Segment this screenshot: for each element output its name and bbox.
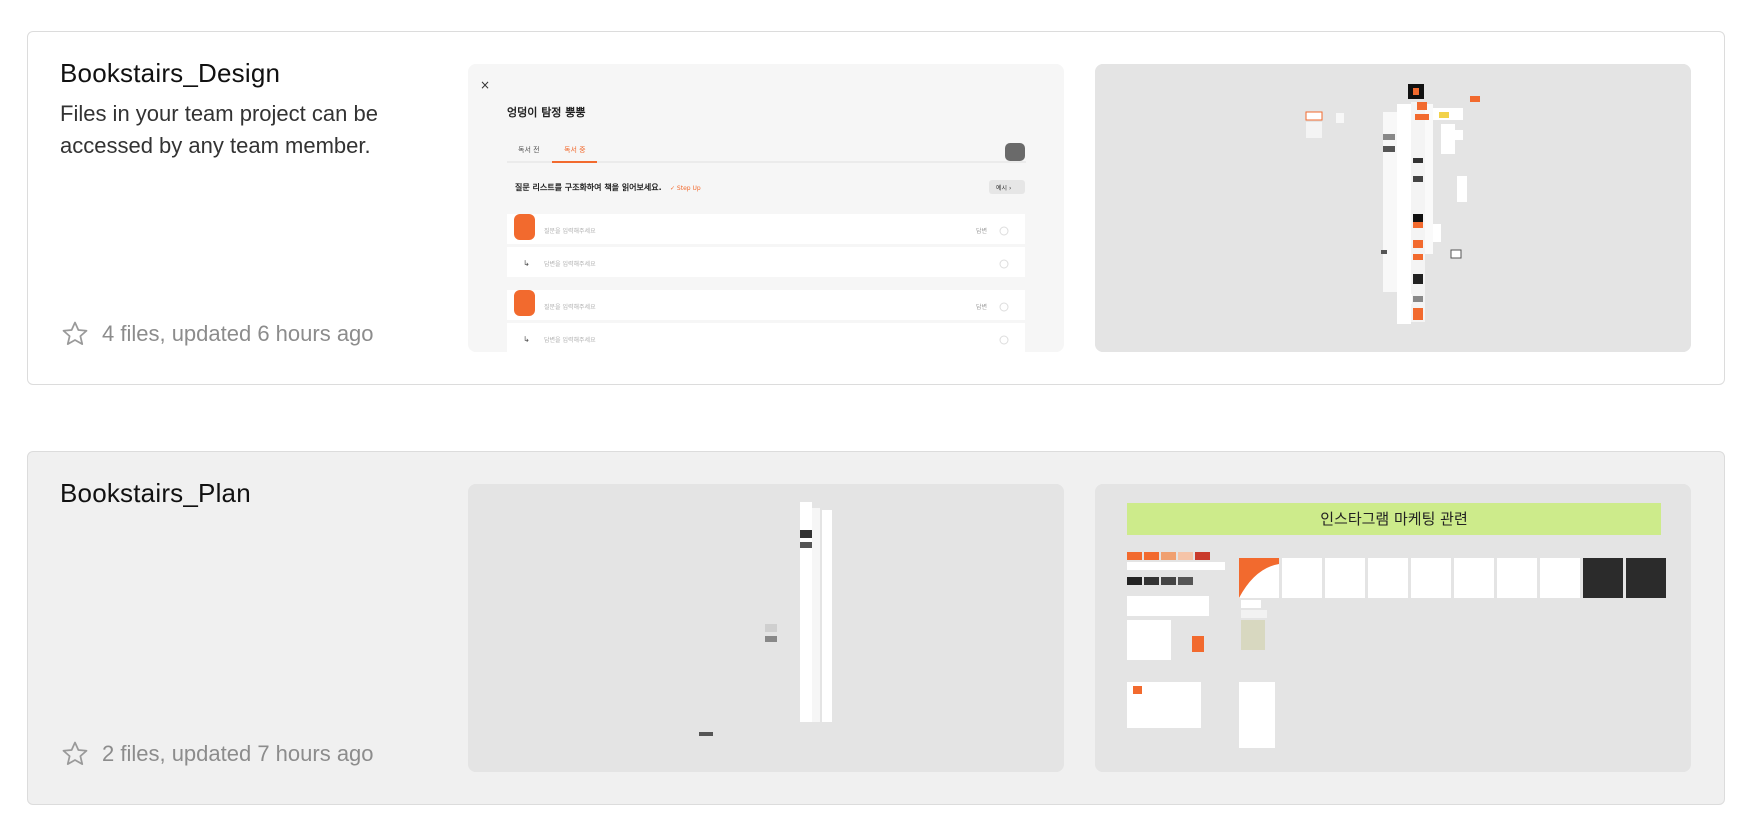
file-thumbnail[interactable]: × 엉덩이 탐정 뿡뿡 독서 전 독서 중 질문 리스트를 구조화하여 책을 읽… [468, 64, 1064, 352]
thumb-heading: 질문 리스트를 구조화하여 책을 읽어보세요. [515, 182, 662, 192]
file-thumbnail[interactable] [1095, 64, 1691, 352]
thumb-question: 질문을 입력해주세요 [544, 303, 596, 311]
project-card[interactable]: Bookstairs_Plan 2 files, updated 7 hours… [27, 451, 1725, 805]
project-description: Files in your team project can be access… [60, 101, 378, 158]
project-name[interactable]: Bookstairs_Plan [60, 478, 251, 509]
thumb-tab: 독서 전 [518, 145, 540, 154]
file-thumbnail[interactable]: 인스타그램 마케팅 관련 [1095, 484, 1691, 772]
project-meta-text: 2 files, updated 7 hours ago [102, 741, 374, 766]
thumb-tab-active: 독서 중 [564, 145, 586, 154]
thumb-step: ✓ Step Up [670, 185, 701, 192]
thumb-answer: 답변을 입력해주세요 [544, 336, 596, 344]
thumb-question: 질문을 입력해주세요 [544, 227, 596, 235]
close-icon: × [480, 78, 490, 92]
project-meta-text: 4 files, updated 6 hours ago [102, 321, 374, 346]
star-icon[interactable] [60, 739, 90, 769]
thumb-row-action: 답변 [976, 227, 987, 235]
thumb-row-action: 답변 [976, 303, 987, 311]
svg-text:↳: ↳ [523, 259, 530, 268]
svg-text:↳: ↳ [523, 335, 530, 344]
project-meta: 4 files, updated 6 hours ago [60, 319, 374, 349]
file-thumbnail[interactable] [468, 484, 1064, 772]
thumb-answer: 답변을 입력해주세요 [544, 260, 596, 268]
star-icon[interactable] [60, 319, 90, 349]
thumb-button: 예시 › [996, 184, 1011, 192]
thumb-title: 엉덩이 탐정 뿡뿡 [507, 105, 586, 119]
thumb-banner: 인스타그램 마케팅 관련 [1320, 510, 1468, 528]
project-meta: 2 files, updated 7 hours ago [60, 739, 374, 769]
project-card[interactable]: Bookstairs_Design Files in your team pro… [27, 31, 1725, 385]
project-name[interactable]: Bookstairs_Design [60, 58, 280, 89]
